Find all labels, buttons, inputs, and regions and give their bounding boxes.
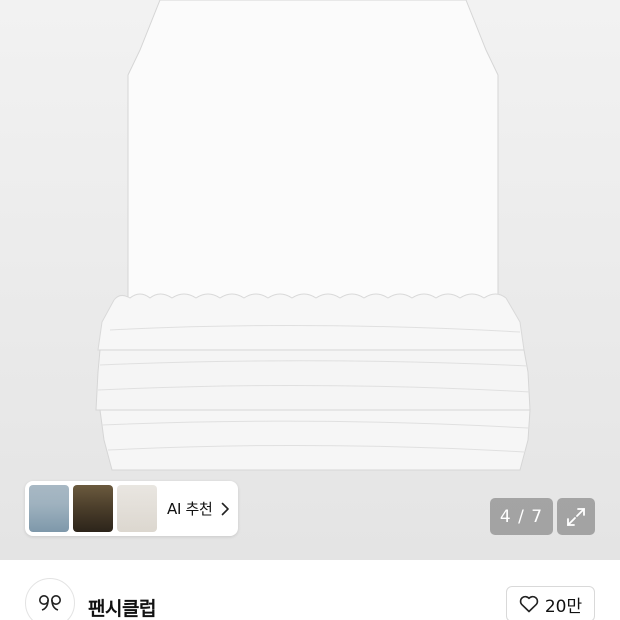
- image-counter: 4 / 7: [490, 498, 553, 535]
- expand-icon: [567, 507, 585, 526]
- ai-recommend-panel[interactable]: AI 추천: [25, 481, 238, 536]
- dress-illustration: [0, 0, 620, 560]
- like-count: 20만: [544, 596, 583, 617]
- store-name[interactable]: 팬시클럽: [88, 594, 156, 620]
- product-image[interactable]: [0, 0, 620, 560]
- store-logo[interactable]: [25, 578, 75, 620]
- heart-icon: [519, 595, 539, 613]
- store-bar: 팬시클럽 20만: [0, 560, 620, 620]
- look-thumbnail-2[interactable]: [73, 485, 113, 532]
- look-thumbnail-1[interactable]: [29, 485, 69, 532]
- fancyclub-logo-icon: [39, 595, 61, 611]
- like-button[interactable]: 20만: [506, 586, 595, 620]
- look-thumbnail-3[interactable]: [117, 485, 157, 532]
- chevron-right-icon: [221, 502, 229, 515]
- ai-recommend-label: AI 추천: [167, 500, 213, 518]
- expand-button[interactable]: [557, 498, 595, 535]
